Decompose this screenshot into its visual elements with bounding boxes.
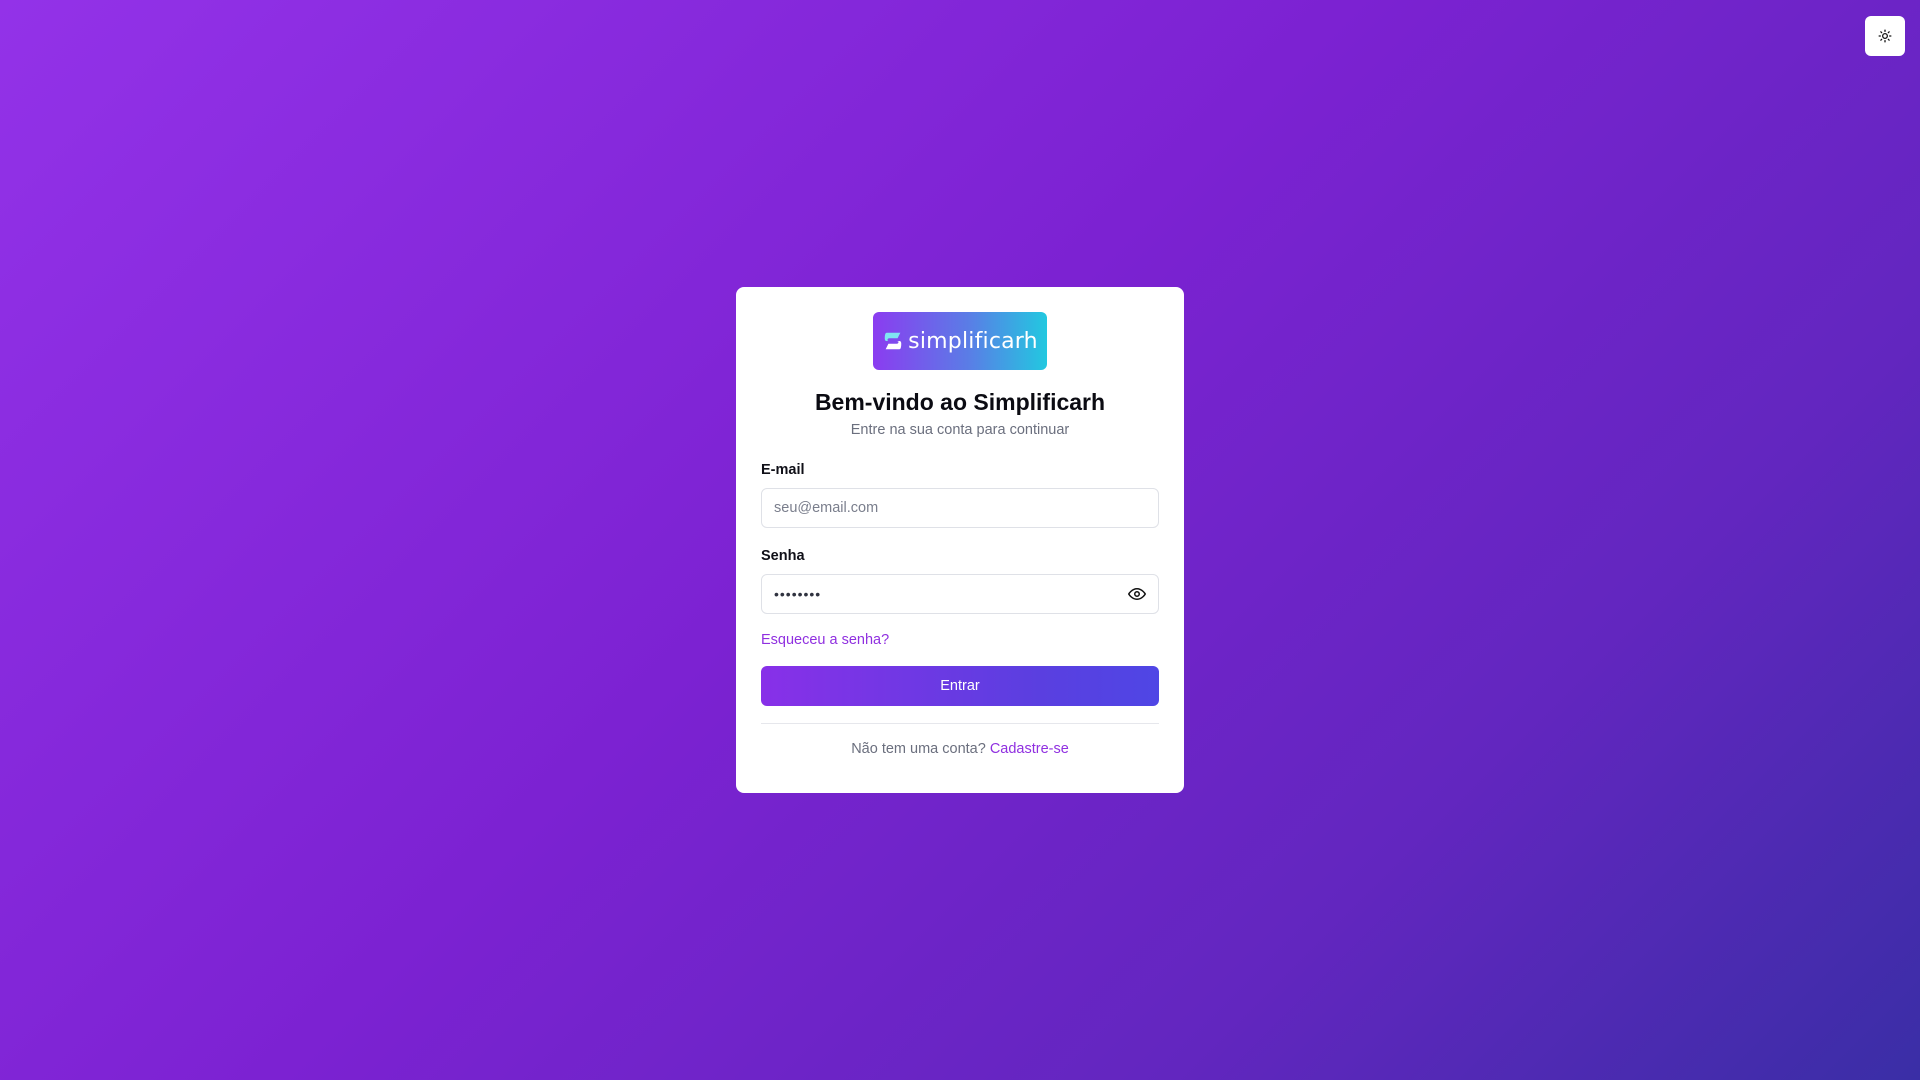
password-masked-value: •••••••• <box>774 586 822 602</box>
password-field[interactable]: •••••••• <box>761 574 1159 614</box>
logo-wordmark: simplificarh <box>908 328 1038 354</box>
logo-mark-icon <box>884 332 902 350</box>
email-field[interactable] <box>774 500 1146 516</box>
sun-icon <box>1878 29 1892 43</box>
logo-container: simplificarh <box>761 312 1159 370</box>
signup-link[interactable]: Cadastre-se <box>990 741 1069 757</box>
email-field-container <box>761 488 1159 528</box>
forgot-password-link[interactable]: Esqueceu a senha? <box>761 632 889 648</box>
signup-prompt: Não tem uma conta? <box>851 741 990 757</box>
login-button[interactable]: Entrar <box>761 666 1159 706</box>
login-card: simplificarh Bem-vindo ao Simplificarh E… <box>736 287 1184 793</box>
brand-logo: simplificarh <box>873 312 1047 370</box>
divider <box>761 723 1159 724</box>
theme-toggle-button[interactable] <box>1865 16 1905 56</box>
page-title: Bem-vindo ao Simplificarh <box>814 389 1106 415</box>
eye-icon[interactable] <box>1128 585 1146 603</box>
password-label: Senha <box>761 548 805 564</box>
page-subtitle: Entre na sua conta para continuar <box>850 422 1070 438</box>
signup-row: Não tem uma conta? Cadastre-se <box>761 741 1159 757</box>
email-label: E-mail <box>761 462 805 478</box>
